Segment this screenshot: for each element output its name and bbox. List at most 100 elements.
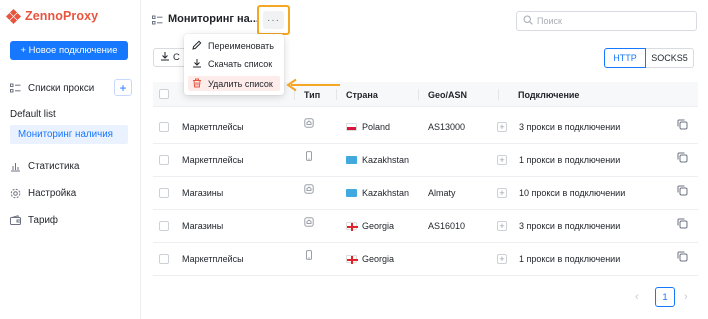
list-icon xyxy=(10,83,21,94)
expand-icon[interactable]: + xyxy=(497,254,507,264)
column-divider xyxy=(418,89,419,100)
expand-icon[interactable]: + xyxy=(497,221,507,231)
row-checkbox[interactable] xyxy=(159,221,169,231)
menu-item-delete[interactable]: Удалить список xyxy=(188,76,280,91)
row-country-name: Georgia xyxy=(362,221,395,231)
page-title: Мониторинг на... xyxy=(168,13,259,25)
logo[interactable]: ZennoProxy xyxy=(5,8,99,24)
sidebar-item-label: Настройка xyxy=(28,188,77,199)
sidebar-item-label: Списки прокси xyxy=(28,83,95,94)
row-connection: 1 прокси в подключении xyxy=(519,155,621,165)
menu-item-label: Переименовать xyxy=(208,41,274,51)
table-row[interactable]: Магазины Georgia AS16010 +3 прокси в подклю… xyxy=(153,210,698,243)
row-connection: 3 прокси в подключении xyxy=(519,221,621,231)
sidebar-list-default[interactable]: Default list xyxy=(10,109,56,120)
table-row[interactable]: Маркетплейсы Poland AS13000 +3 прокси в под… xyxy=(153,111,698,144)
row-connection: 3 прокси в подключении xyxy=(519,122,621,132)
row-checkbox[interactable] xyxy=(159,155,169,165)
menu-item-label: Скачать список xyxy=(208,59,273,69)
sidebar: ZennoProxy + Новое подключение Списки пр… xyxy=(0,0,141,319)
gear-icon xyxy=(10,188,21,199)
row-checkbox[interactable] xyxy=(159,122,169,132)
row-checkbox[interactable] xyxy=(159,188,169,198)
copy-icon[interactable] xyxy=(677,119,688,133)
row-geo-asn: AS13000 xyxy=(428,122,466,132)
wallet-icon xyxy=(10,215,21,226)
row-category: Маркетплейсы xyxy=(182,155,244,165)
sidebar-list-monitoring[interactable]: Мониторинг наличия xyxy=(10,125,128,144)
list-actions-menu: Переименовать Скачать список Удалить спи… xyxy=(184,34,284,95)
row-country: Kazakhstan xyxy=(346,188,409,198)
table-row[interactable]: Магазины Kazakhstan Almaty +10 прокси в под… xyxy=(153,177,698,210)
logo-icon xyxy=(5,8,22,24)
list-icon xyxy=(152,15,163,29)
download-icon xyxy=(160,51,170,64)
column-header-geo-asn: Geo/ASN xyxy=(428,90,468,100)
protocol-toggle: HTTP SOCKS5 xyxy=(604,48,694,68)
pagination-page-current[interactable]: 1 xyxy=(655,287,675,307)
search-box[interactable] xyxy=(516,11,697,31)
ellipsis-icon: ··· xyxy=(263,11,284,29)
expand-icon[interactable]: + xyxy=(497,122,507,132)
row-category: Магазины xyxy=(182,221,224,231)
expand-icon[interactable]: + xyxy=(497,155,507,165)
bar-chart-icon xyxy=(10,161,21,172)
home-icon xyxy=(304,217,314,230)
row-connection: 1 прокси в подключении xyxy=(519,254,621,264)
flag-pl-icon xyxy=(346,123,357,131)
sidebar-item-proxy-lists[interactable]: Списки прокси xyxy=(10,83,94,94)
menu-item-label: Удалить список xyxy=(208,78,273,89)
row-country-name: Poland xyxy=(362,122,391,132)
menu-item-rename[interactable]: Переименовать xyxy=(192,40,274,52)
sidebar-item-statistics[interactable]: Статистика xyxy=(10,161,79,172)
sidebar-item-label: Тариф xyxy=(28,215,58,226)
home-icon xyxy=(304,118,314,131)
row-country-name: Georgia xyxy=(362,254,395,264)
pencil-icon xyxy=(192,40,202,52)
row-category: Магазины xyxy=(182,188,224,198)
row-checkbox[interactable] xyxy=(159,254,169,264)
search-input[interactable] xyxy=(537,16,687,26)
row-category: Маркетплейсы xyxy=(182,122,244,132)
copy-icon[interactable] xyxy=(677,185,688,199)
download-button-label: С xyxy=(173,52,180,63)
sidebar-item-tariff[interactable]: Тариф xyxy=(10,215,58,226)
row-geo-asn: Almaty xyxy=(428,188,456,198)
select-all-checkbox[interactable] xyxy=(159,89,169,99)
download-icon xyxy=(192,58,202,70)
row-category: Маркетплейсы xyxy=(182,254,244,264)
home-icon xyxy=(304,184,314,197)
trash-icon xyxy=(192,78,202,90)
sidebar-item-label: Статистика xyxy=(28,161,80,172)
column-divider xyxy=(498,89,499,100)
copy-icon[interactable] xyxy=(677,251,688,265)
protocol-http-button[interactable]: HTTP xyxy=(604,48,646,68)
pagination-next-button[interactable]: › xyxy=(684,291,688,303)
table-row[interactable]: Маркетплейсы Kazakhstan +1 прокси в подклю… xyxy=(153,144,698,177)
pagination-prev-button[interactable]: ‹ xyxy=(635,291,639,303)
row-country-name: Kazakhstan xyxy=(362,188,410,198)
expand-icon[interactable]: + xyxy=(497,188,507,198)
flag-ge-icon xyxy=(346,255,358,264)
add-list-button[interactable]: + xyxy=(114,79,132,96)
new-connection-button[interactable]: + Новое подключение xyxy=(10,41,128,60)
table-row[interactable]: Маркетплейсы Georgia +1 прокси в подключен… xyxy=(153,243,698,276)
sidebar-item-settings[interactable]: Настройка xyxy=(10,188,76,199)
copy-icon[interactable] xyxy=(677,218,688,232)
row-country: Poland xyxy=(346,122,390,132)
copy-icon[interactable] xyxy=(677,152,688,166)
menu-item-download[interactable]: Скачать список xyxy=(192,58,272,70)
row-country: Georgia xyxy=(346,221,394,231)
row-country: Kazakhstan xyxy=(346,155,409,165)
more-actions-button[interactable]: ··· xyxy=(257,5,290,35)
row-country-name: Kazakhstan xyxy=(362,155,410,165)
flag-kz-icon xyxy=(346,189,357,197)
protocol-socks5-button[interactable]: SOCKS5 xyxy=(646,48,694,68)
row-country: Georgia xyxy=(346,254,394,264)
mobile-icon xyxy=(304,151,314,164)
arrow-left-icon xyxy=(286,78,340,92)
column-header-connection: Подключение xyxy=(518,90,580,100)
brand-name: ZennoProxy xyxy=(25,9,99,23)
search-icon xyxy=(523,14,533,28)
flag-ge-icon xyxy=(346,222,358,231)
